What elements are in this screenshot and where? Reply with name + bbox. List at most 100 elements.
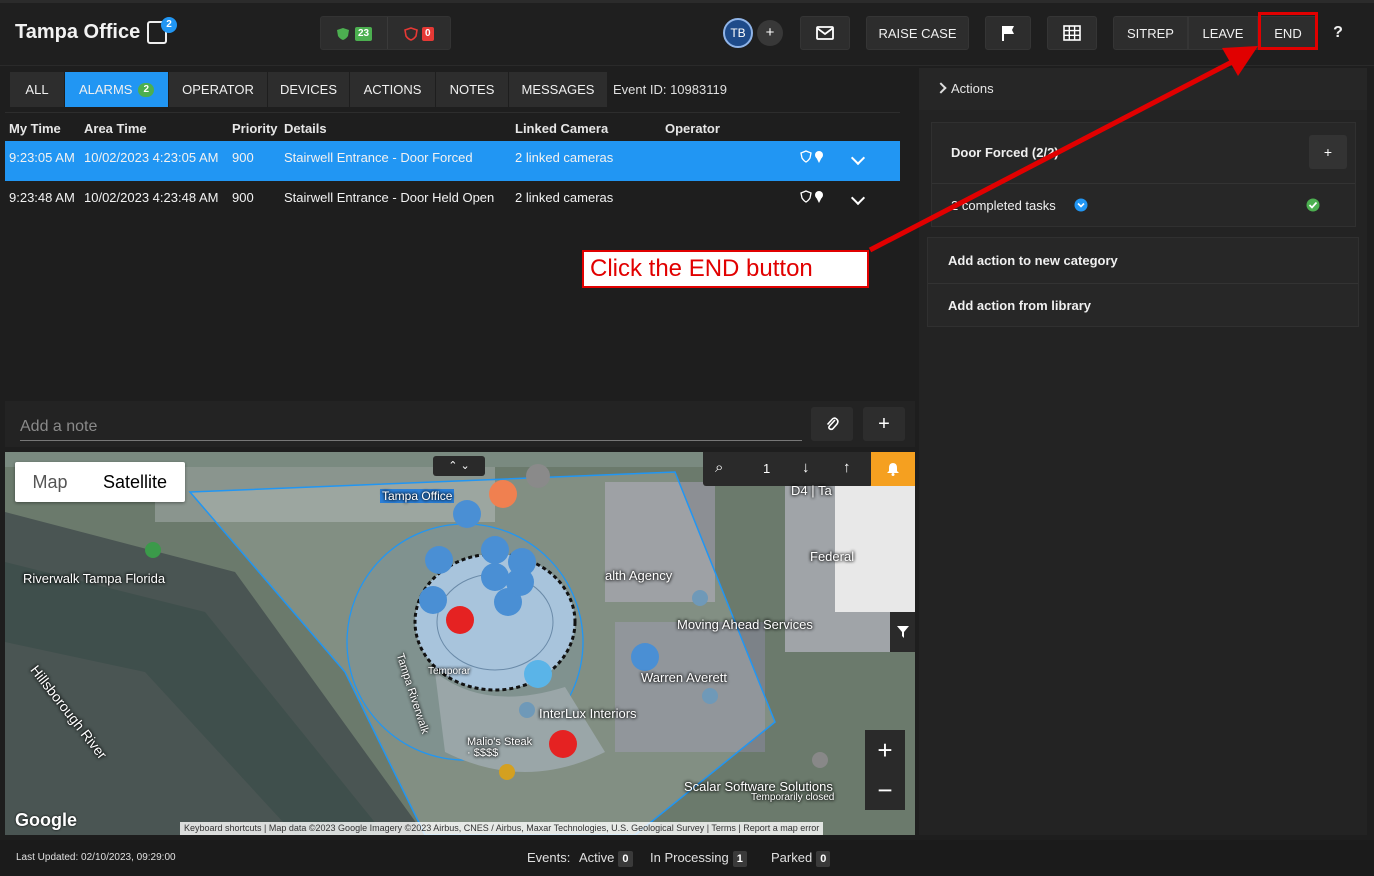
map-label-interlux[interactable]: InterLux Interiors xyxy=(539,706,637,721)
floor-up-icon[interactable]: ↑ xyxy=(843,459,851,476)
map-type-map[interactable]: Map xyxy=(15,462,85,502)
attach-button[interactable] xyxy=(811,407,853,441)
check-circle-icon xyxy=(1306,198,1320,212)
note-input[interactable] xyxy=(20,413,802,441)
map-label-temporary: Temporar xyxy=(428,666,471,677)
map-label-warren-averett[interactable]: Warren Averett xyxy=(641,670,727,685)
parked-label: Parked xyxy=(771,850,813,865)
events-processing[interactable]: In Processing 1 xyxy=(650,850,747,867)
sitrep-button[interactable]: SITREP xyxy=(1113,16,1188,50)
top-bar: Tampa Office 2 23 0 TB + RAISE CASE SITR… xyxy=(0,0,1374,66)
cell-details: Stairwell Entrance - Door Forced xyxy=(284,150,473,165)
category-add-button[interactable]: + xyxy=(1309,135,1347,169)
zoom-out-button[interactable]: − xyxy=(865,770,905,810)
processing-label: In Processing xyxy=(650,850,729,865)
filter-icon xyxy=(896,626,909,638)
actions-title: Actions xyxy=(951,81,994,96)
map-label-riverwalk[interactable]: Riverwalk Tampa Florida xyxy=(23,571,165,586)
last-updated: Last Updated: 02/10/2023, 09:29:00 xyxy=(16,852,176,863)
map-attribution[interactable]: Keyboard shortcuts | Map data ©2023 Goog… xyxy=(180,822,824,835)
grid-icon xyxy=(1063,25,1081,41)
floor-down-icon[interactable]: ↓ xyxy=(802,459,810,476)
cell-my-time: 9:23:05 AM xyxy=(9,150,75,165)
table-header: My Time Area Time Priority Details Linke… xyxy=(5,112,900,141)
chevron-down-icon[interactable] xyxy=(850,190,866,206)
parked-count: 0 xyxy=(816,851,831,867)
col-linked-camera: Linked Camera xyxy=(515,121,609,136)
chevron-down-icon[interactable] xyxy=(850,150,866,166)
floor-level: 1 xyxy=(763,461,771,476)
table-row[interactable]: 9:23:48 AM 10/02/2023 4:23:48 AM 900 Sta… xyxy=(5,181,900,221)
map-label-moving-ahead[interactable]: Moving Ahead Services xyxy=(677,617,813,632)
active-label: Active xyxy=(579,850,615,865)
col-my-time: My Time xyxy=(9,121,61,136)
annotation-callout: Click the END button xyxy=(582,250,869,288)
map-type-satellite[interactable]: Satellite xyxy=(85,462,185,502)
expand-circle-icon[interactable] xyxy=(1074,198,1088,212)
tab-alarms[interactable]: ALARMS 2 xyxy=(65,72,169,107)
map-label-tampa-office[interactable]: Tampa Office xyxy=(380,489,455,503)
add-action-new-category[interactable]: Add action to new category xyxy=(948,253,1118,268)
status-indicator-group[interactable]: 23 0 xyxy=(320,16,451,50)
map-view[interactable]: Map Satellite ⌃ ⌄ ⌕ 1 ↓ ↑ Tampa Office R… xyxy=(5,452,915,835)
end-button-highlight xyxy=(1258,12,1318,50)
help-button[interactable]: ? xyxy=(1320,16,1356,50)
grid-view-button[interactable] xyxy=(1047,16,1097,50)
events-parked[interactable]: Parked 0 xyxy=(771,850,831,867)
leave-button[interactable]: LEAVE xyxy=(1188,16,1258,50)
cell-area-time: 10/02/2023 4:23:48 AM xyxy=(84,190,219,205)
page-title: Tampa Office xyxy=(15,21,141,43)
map-label-malios[interactable]: Malio's Steak · $$$$ xyxy=(467,737,537,759)
chevron-right-icon xyxy=(935,82,947,94)
tab-messages[interactable]: MESSAGES xyxy=(509,72,608,107)
tab-operator[interactable]: OPERATOR xyxy=(169,72,268,107)
col-priority: Priority xyxy=(232,121,278,136)
zoom-controls: + − xyxy=(865,730,905,810)
table-row[interactable]: 9:23:05 AM 10/02/2023 4:23:05 AM 900 Sta… xyxy=(5,141,900,181)
flag-button[interactable] xyxy=(985,16,1031,50)
message-button[interactable] xyxy=(800,16,850,50)
map-label-temp-closed: Temporarily closed xyxy=(751,792,835,803)
cell-priority: 900 xyxy=(232,150,254,165)
add-note-button[interactable]: + xyxy=(863,407,905,441)
action-category-card: Door Forced (2/2) + 2 completed tasks xyxy=(931,122,1356,227)
search-icon[interactable]: ⌕ xyxy=(715,459,723,476)
tab-devices[interactable]: DEVICES xyxy=(268,72,350,107)
actions-panel: Actions Door Forced (2/2) + 2 completed … xyxy=(919,68,1367,835)
bell-icon xyxy=(887,463,899,476)
google-logo: Google xyxy=(15,810,77,830)
floor-toggle[interactable]: ⌃ ⌄ xyxy=(433,456,485,476)
top-border xyxy=(0,0,1374,3)
alarm-bell-button[interactable] xyxy=(871,452,915,486)
paperclip-icon xyxy=(826,417,839,431)
tab-all[interactable]: ALL xyxy=(10,72,65,107)
tab-label: ALARMS xyxy=(78,82,133,97)
tab-notes[interactable]: NOTES xyxy=(436,72,509,107)
shield-location-icon[interactable] xyxy=(800,190,826,204)
tab-alarms-badge: 2 xyxy=(138,82,155,97)
add-participant-button[interactable]: + xyxy=(757,20,783,46)
cell-linked-camera[interactable]: 2 linked cameras xyxy=(515,150,613,165)
envelope-icon xyxy=(816,26,834,40)
raise-case-button[interactable]: RAISE CASE xyxy=(866,16,969,50)
category-title[interactable]: Door Forced (2/2) xyxy=(951,145,1059,160)
cell-priority: 900 xyxy=(232,190,254,205)
tab-actions[interactable]: ACTIONS xyxy=(350,72,436,107)
status-alert-count: 0 xyxy=(422,27,434,41)
filter-button[interactable] xyxy=(890,612,915,652)
map-label-health-agency[interactable]: alth Agency xyxy=(605,568,672,583)
add-action-from-library[interactable]: Add action from library xyxy=(948,298,1091,313)
satellite-imagery xyxy=(5,452,915,835)
active-count: 0 xyxy=(618,851,633,867)
shield-location-icon[interactable] xyxy=(800,150,826,164)
actions-header[interactable]: Actions xyxy=(919,68,1367,110)
notifications-button[interactable]: 2 xyxy=(147,17,177,44)
col-operator: Operator xyxy=(665,121,720,136)
completed-tasks[interactable]: 2 completed tasks xyxy=(951,198,1056,213)
event-id: Event ID: 10983119 xyxy=(613,82,727,97)
events-active[interactable]: Active 0 xyxy=(579,850,633,867)
avatar[interactable]: TB xyxy=(723,18,753,48)
map-label-d4: D4 | Ta xyxy=(791,483,832,498)
cell-linked-camera[interactable]: 2 linked cameras xyxy=(515,190,613,205)
zoom-in-button[interactable]: + xyxy=(865,730,905,770)
